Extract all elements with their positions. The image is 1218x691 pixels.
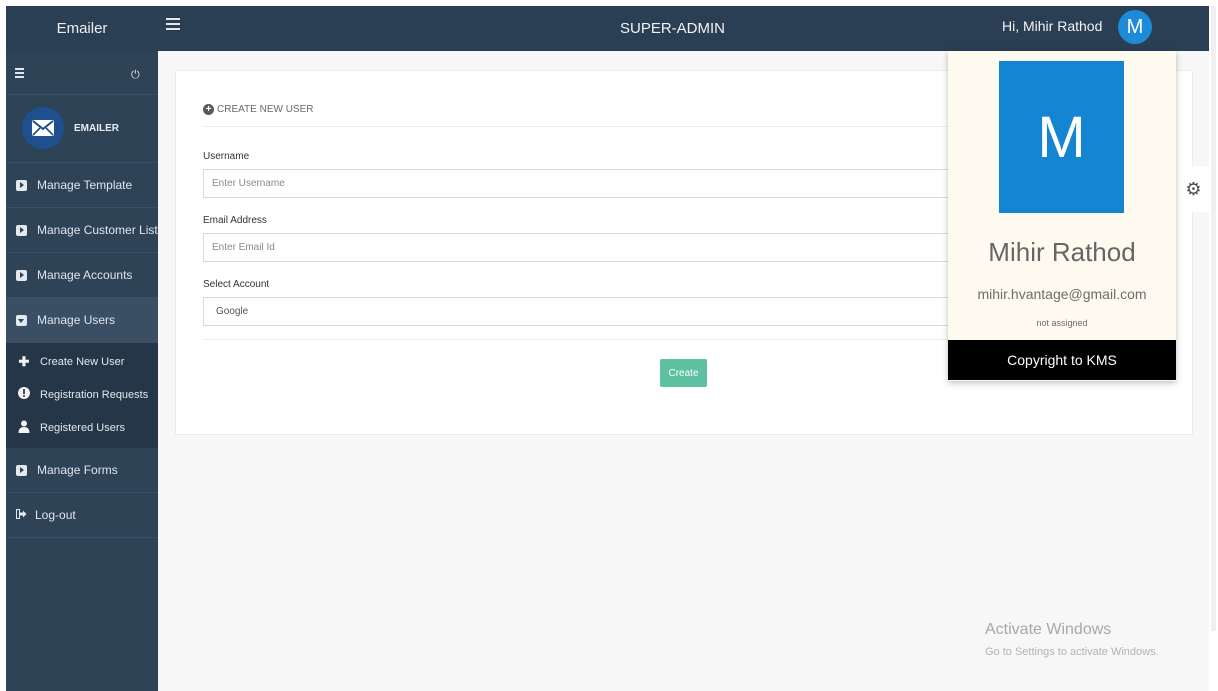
sign-out-icon	[16, 508, 27, 522]
sidebar-item-log-out[interactable]: Log-out	[6, 493, 158, 538]
sidebar-item-label: Manage Accounts	[37, 268, 133, 282]
avatar[interactable]: M	[1118, 10, 1152, 44]
profile-dropdown: M Mihir Rathod mihir.hvantage@gmail.com …	[948, 51, 1176, 381]
caret-square-icon	[16, 224, 27, 236]
activation-watermark-title: Activate Windows	[985, 621, 1112, 638]
user-icon	[17, 420, 31, 436]
top-bar: Emailer SUPER-ADMIN Hi, Mihir Rathod M	[6, 6, 1209, 51]
menu-icon[interactable]	[15, 68, 24, 80]
user-greeting[interactable]: Hi, Mihir Rathod	[1002, 6, 1102, 46]
profile-picture: M	[999, 61, 1124, 213]
sidebar-subitem-label: Registered Users	[40, 421, 125, 434]
activation-watermark-subtitle: Go to Settings to activate Windows.	[985, 646, 1159, 658]
envelope-icon	[22, 107, 64, 149]
sidebar-item-label: Manage Users	[37, 313, 116, 327]
sidebar-item-manage-template[interactable]: Manage Template	[6, 163, 158, 208]
sidebar-item-manage-forms[interactable]: Manage Forms	[6, 448, 158, 493]
sidebar-subitem-registration-requests[interactable]: Registration Requests	[6, 378, 158, 411]
sidebar-item-manage-accounts[interactable]: Manage Accounts	[6, 253, 158, 298]
account-label: Select Account	[203, 279, 270, 290]
sidebar-item-label: Manage Customer List	[37, 223, 158, 237]
settings-gear-icon[interactable]: ⚙	[1178, 166, 1209, 212]
sidebar-toolbar: ⏻	[6, 51, 158, 95]
profile-footer: Copyright to KMS	[948, 340, 1176, 380]
profile-name: Mihir Rathod	[988, 237, 1136, 267]
brand-title[interactable]: Emailer	[6, 6, 158, 51]
email-label: Email Address	[203, 215, 267, 226]
username-label: Username	[203, 151, 250, 162]
manage-users-submenu: ✚ Create New User Registration Requests …	[6, 343, 158, 448]
logo-text: EMAILER	[74, 123, 119, 134]
profile-status: not assigned	[1036, 318, 1088, 328]
profile-email: mihir.hvantage@gmail.com	[977, 286, 1147, 302]
sidebar-item-label: Manage Forms	[37, 463, 118, 477]
create-button[interactable]: Create	[660, 359, 707, 387]
caret-square-icon	[16, 179, 27, 191]
email-input[interactable]	[203, 233, 963, 262]
sidebar-logo: EMAILER	[6, 95, 158, 163]
sidebar-item-label: Manage Template	[37, 178, 133, 192]
sidebar-subitem-label: Create New User	[40, 355, 125, 368]
power-icon[interactable]: ⏻	[131, 69, 140, 82]
plus-circle-icon: +	[203, 104, 214, 115]
scrollbar-thumb[interactable]	[1211, 6, 1216, 631]
caret-square-icon	[16, 464, 27, 476]
caret-square-icon	[16, 269, 27, 281]
caret-square-down-icon	[16, 314, 27, 326]
panel-heading: + CREATE NEW USER	[203, 104, 314, 115]
plus-icon: ✚	[18, 353, 30, 369]
sidebar-subitem-label: Registration Requests	[40, 388, 149, 401]
sidebar-item-manage-customer-list[interactable]: Manage Customer List	[6, 208, 158, 253]
panel-heading-text: CREATE NEW USER	[217, 104, 314, 115]
app-frame: Emailer SUPER-ADMIN Hi, Mihir Rathod M ⏻…	[6, 6, 1209, 691]
account-select[interactable]: Google	[203, 297, 963, 326]
sidebar-item-manage-users[interactable]: Manage Users	[6, 298, 158, 343]
sidebar-subitem-registered-users[interactable]: Registered Users	[6, 411, 158, 444]
username-input[interactable]	[203, 169, 963, 198]
sidebar-item-label: Log-out	[35, 508, 76, 522]
exclamation-icon	[17, 387, 31, 402]
sidebar: ⏻ EMAILER Manage Template Manage Custome…	[6, 51, 158, 691]
sidebar-subitem-create-new-user[interactable]: ✚ Create New User	[6, 345, 158, 378]
